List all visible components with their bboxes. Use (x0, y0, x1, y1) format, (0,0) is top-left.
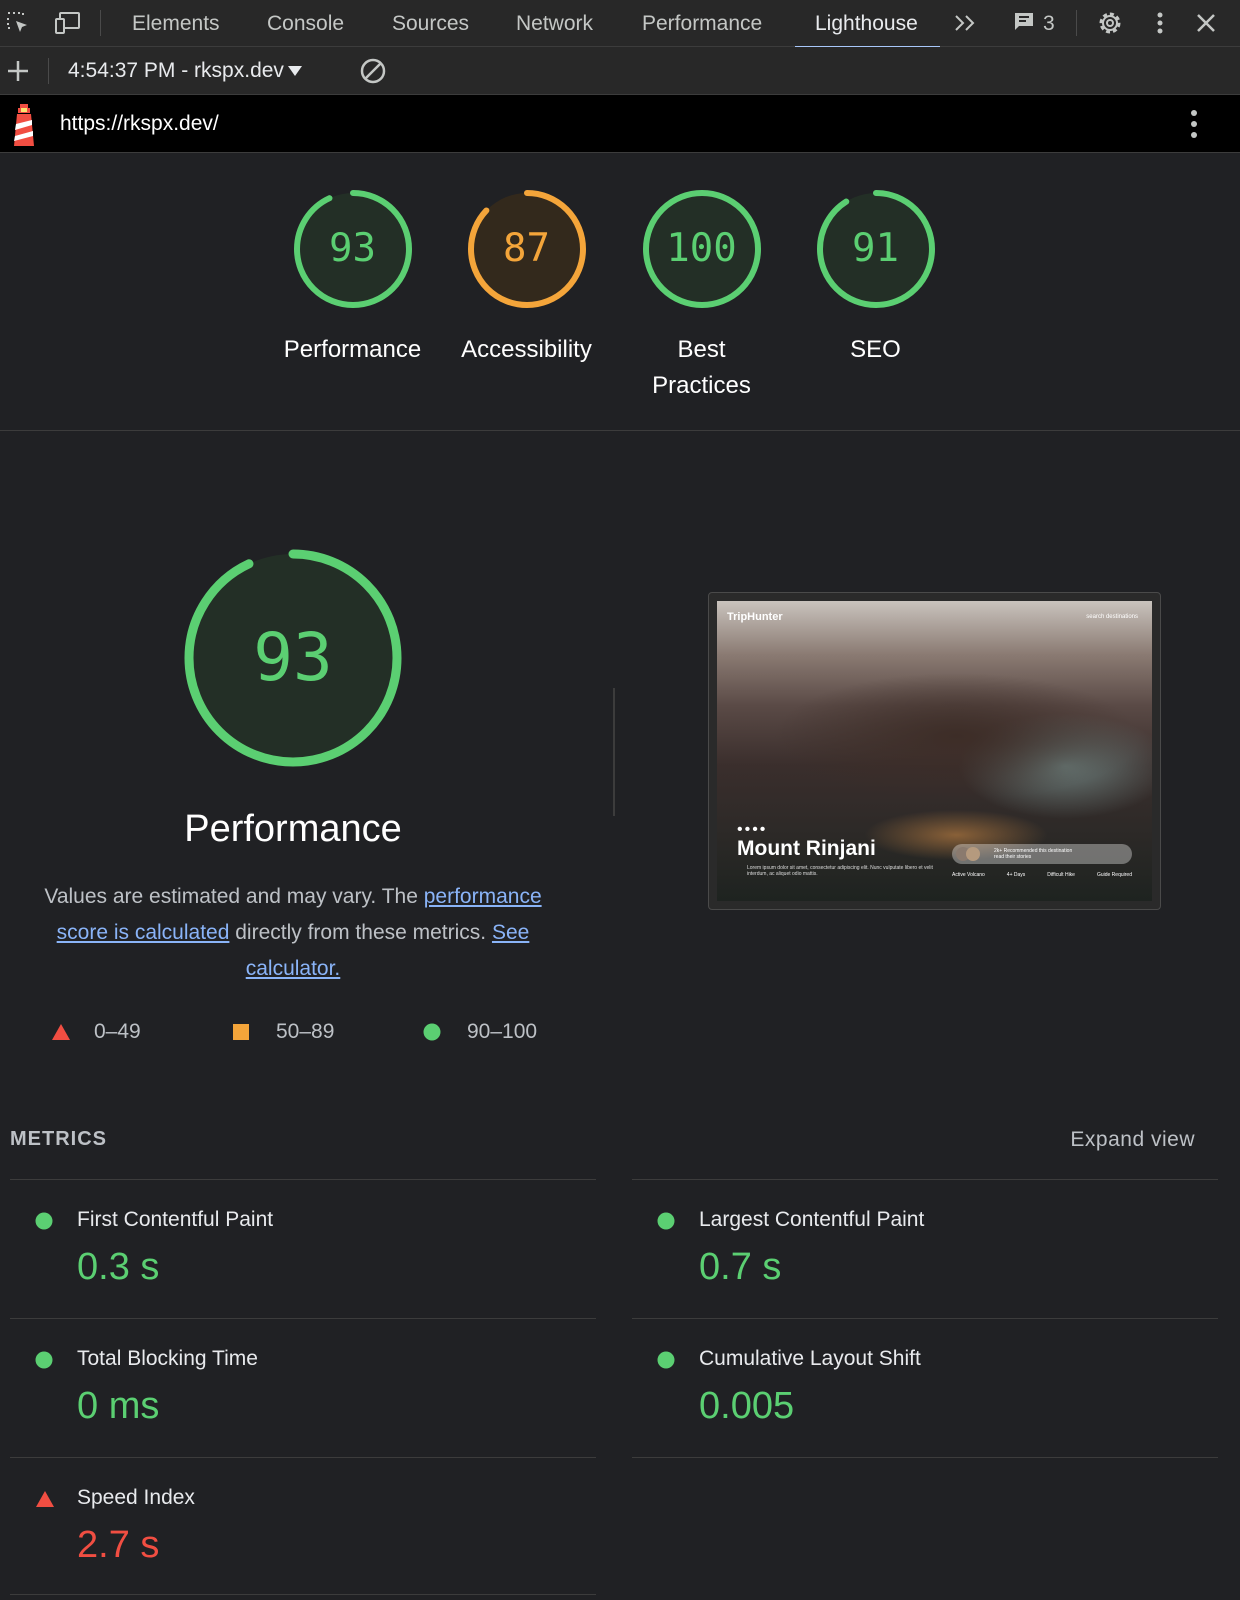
metrics-title: METRICS (10, 1128, 107, 1150)
metric-value: 0 ms (77, 1385, 160, 1427)
metric-divider (632, 1179, 1218, 1180)
gauge-seo[interactable]: 91 SEO (788, 188, 963, 368)
metric-divider (632, 1318, 1218, 1319)
close-devtools-icon[interactable] (1191, 8, 1221, 38)
report-url-bar: https://rkspx.dev/ (0, 95, 1240, 153)
issues-counter[interactable]: 3 (1013, 0, 1055, 47)
legend-average: 50–89 (232, 1020, 334, 1044)
final-screenshot-thumbnail[interactable]: TripHunter search destinations •••• Moun… (708, 592, 1161, 910)
desc-text: Values are estimated and may vary. The (44, 885, 424, 908)
more-options-icon[interactable] (1145, 8, 1175, 38)
tab-lighthouse[interactable]: Lighthouse (795, 0, 940, 48)
tab-elements[interactable]: Elements (132, 0, 220, 47)
gauge-label: Accessibility (461, 336, 592, 363)
pass-circle-icon (35, 1212, 53, 1230)
inspect-element-icon[interactable] (3, 8, 33, 38)
tab-performance[interactable]: Performance (642, 0, 762, 47)
report-selector-label: 4:54:37 PM - rkspx.dev (68, 59, 284, 82)
gauge-label: SEO (850, 336, 901, 363)
vertical-divider (613, 688, 615, 816)
device-toolbar-icon[interactable] (53, 8, 83, 38)
thumbnail-lorem: Lorem ipsum dolor sit amet, consectetur … (747, 865, 933, 877)
metric-divider (10, 1594, 596, 1595)
square-icon (233, 1024, 249, 1040)
tab-console[interactable]: Console (267, 0, 344, 47)
performance-big-gauge: 93 (183, 548, 403, 768)
message-icon (1013, 11, 1035, 37)
performance-description: Values are estimated and may vary. The p… (33, 879, 553, 987)
issues-count: 3 (1043, 11, 1055, 35)
performance-title: Performance (184, 808, 402, 850)
legend-fail: 0–49 (51, 1020, 141, 1044)
lighthouse-toolbar: 4:54:37 PM - rkspx.dev (0, 47, 1240, 95)
metric-divider (10, 1318, 596, 1319)
gauge-label: Best Practices (652, 336, 751, 399)
pill-line: read their stories (994, 854, 1032, 860)
gauge-score: 91 (852, 226, 899, 271)
desc-text: directly from these metrics. (229, 921, 492, 944)
pass-circle-icon (657, 1212, 675, 1230)
fail-triangle-icon (36, 1491, 54, 1507)
legend-range: 0–49 (94, 1020, 141, 1043)
new-report-plus-icon[interactable] (3, 56, 33, 86)
metric-label: Total Blocking Time (77, 1347, 258, 1370)
clear-reports-icon[interactable] (358, 56, 388, 86)
tag: Guide Required (1096, 872, 1132, 878)
gauge-score: 93 (329, 226, 376, 271)
metric-label: First Contentful Paint (77, 1208, 274, 1231)
gauge-performance[interactable]: 93 Performance (265, 188, 440, 368)
gauge-score: 87 (503, 226, 550, 271)
metric-value: 2.7 s (77, 1524, 160, 1566)
circle-icon (423, 1023, 441, 1041)
chevron-down-icon (287, 66, 302, 77)
legend-range: 90–100 (467, 1020, 538, 1043)
thumbnail-brand: TripHunter (727, 611, 783, 623)
tab-sources[interactable]: Sources (392, 0, 469, 47)
legend-range: 50–89 (276, 1020, 335, 1043)
report-menu-icon[interactable] (1190, 109, 1198, 144)
metric-value: 0.3 s (77, 1246, 160, 1288)
expand-view-button[interactable]: Expand view (1070, 1128, 1195, 1152)
thumbnail-pill-text: 2k+ Recommended this destination read th… (994, 848, 1072, 860)
section-divider (0, 430, 1240, 431)
tag: 4+ Days (1006, 872, 1026, 878)
metric-divider (632, 1457, 1218, 1458)
metric-label: Cumulative Layout Shift (699, 1347, 921, 1370)
pass-circle-icon (35, 1351, 53, 1369)
pass-circle-icon (657, 1351, 675, 1369)
performance-score: 93 (253, 619, 333, 696)
metric-label: Speed Index (77, 1486, 195, 1509)
tag: Difficult Hike (1047, 872, 1075, 878)
gauge-accessibility[interactable]: 87 Accessibility (439, 188, 614, 368)
tag: Active Volcano (952, 872, 985, 878)
metric-divider (10, 1457, 596, 1458)
legend-pass: 90–100 (423, 1020, 537, 1044)
devtools-tab-bar: Elements Console Sources Network Perform… (0, 0, 1240, 48)
thumbnail-search: search destinations (1086, 614, 1138, 620)
triangle-icon (52, 1024, 70, 1040)
metric-label: Largest Contentful Paint (699, 1208, 925, 1231)
report-url[interactable]: https://rkspx.dev/ (60, 95, 219, 153)
gauge-score: 100 (666, 226, 737, 271)
metric-divider (10, 1179, 596, 1180)
lighthouse-logo-icon (9, 104, 39, 151)
metric-value: 0.005 (699, 1385, 795, 1427)
settings-gear-icon[interactable] (1095, 8, 1125, 38)
screenshot-image: TripHunter search destinations •••• Moun… (717, 601, 1152, 901)
thumbnail-tags: Active Volcano 4+ Days Difficult Hike Gu… (952, 872, 1132, 878)
gauge-label: Performance (283, 336, 422, 363)
gauge-best-practices[interactable]: 100 Best Practices (614, 188, 789, 404)
thumbnail-title: Mount Rinjani (737, 837, 876, 860)
report-selector[interactable]: 4:54:37 PM - rkspx.dev (68, 47, 302, 95)
metric-value: 0.7 s (699, 1246, 782, 1288)
thumbnail-pill: 2k+ Recommended this destination read th… (952, 844, 1132, 864)
tab-network[interactable]: Network (516, 0, 593, 47)
more-tabs-chevron-icon[interactable] (951, 8, 981, 38)
